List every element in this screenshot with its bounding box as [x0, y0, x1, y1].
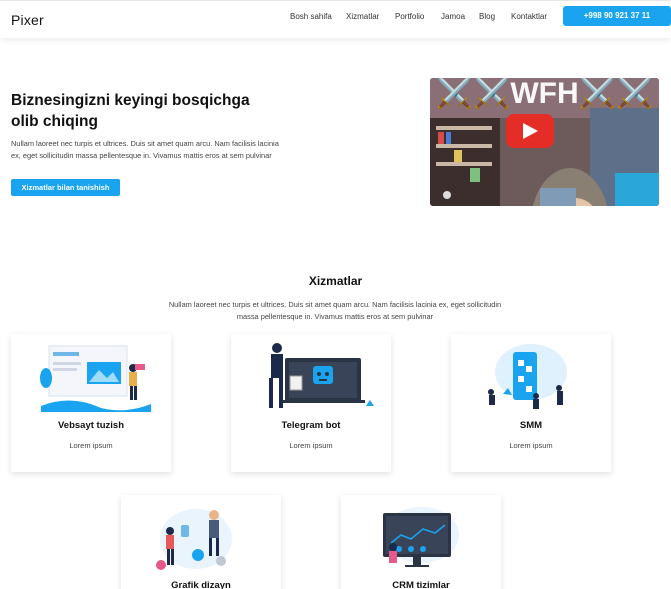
- service-card-text: Lorem ipsum: [509, 441, 553, 450]
- smm-illustration-icon: [488, 344, 567, 409]
- service-card-title: Grafik dizayn: [171, 580, 231, 589]
- phone-button[interactable]: +998 90 921 37 11: [563, 6, 671, 26]
- service-card-text: Lorem ipsum: [289, 441, 333, 450]
- nav-link-blog[interactable]: Blog: [479, 12, 495, 21]
- hero-text: Nullam laoreet nec turpis et ultrices. D…: [11, 139, 279, 160]
- service-card-crm[interactable]: [341, 495, 501, 589]
- service-card-vebsayt[interactable]: Vebsayt tuzish Lorem ipsum: [11, 334, 171, 472]
- services-title: Xizmatlar: [308, 274, 363, 288]
- website-illustration-icon: [40, 345, 151, 412]
- graphic-design-illustration-icon: [156, 509, 232, 570]
- navbar: Pixer Bosh sahifa Xizmatlar Portfolio Ja…: [0, 0, 671, 38]
- service-card-telegram[interactable]: Telegram bot Lorem ipsum: [231, 334, 391, 472]
- video-player[interactable]: ⚔️⚔️WFH⚔️⚔️: [430, 78, 659, 206]
- service-card-smm[interactable]: SMM Lorem ipsum: [451, 334, 611, 472]
- video-caption: ⚔️⚔️WFH⚔️⚔️: [435, 78, 654, 110]
- service-card-title: CRM tizimlar: [392, 580, 450, 589]
- crm-illustration-icon: [383, 507, 459, 567]
- service-card-title: Vebsayt tuzish: [58, 420, 124, 431]
- services-text: Nullam laoreet nec turpis et ultrices. D…: [168, 300, 502, 321]
- nav-link-xizmatlar[interactable]: Xizmatlar: [346, 12, 379, 21]
- nav-link-jamoa[interactable]: Jamoa: [441, 12, 465, 21]
- service-card-grafik[interactable]: [121, 495, 281, 589]
- nav-link-bosh-sahifa[interactable]: Bosh sahifa: [290, 12, 332, 21]
- service-card-title: Telegram bot: [281, 420, 341, 431]
- logo[interactable]: Pixer: [11, 12, 44, 28]
- telegram-bot-illustration-icon: [269, 343, 374, 408]
- service-card-text: Lorem ipsum: [69, 441, 113, 450]
- service-card-title: SMM: [519, 420, 543, 431]
- hero-title: Biznesingizni keyingi bosqichga olib chi…: [11, 92, 250, 130]
- services-cta-button[interactable]: Xizmatlar bilan tanishish: [11, 179, 120, 196]
- nav-link-portfolio[interactable]: Portfolio: [395, 12, 424, 21]
- nav-link-kontaktlar[interactable]: Kontaktlar: [511, 12, 547, 21]
